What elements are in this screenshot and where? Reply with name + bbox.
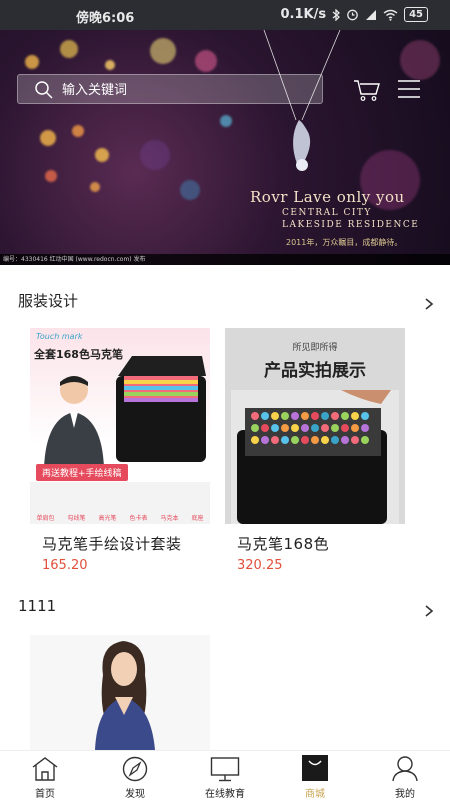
alarm-icon	[347, 9, 358, 21]
tab-discover[interactable]: 发现	[90, 751, 180, 800]
tab-me[interactable]: 我的	[360, 751, 450, 800]
promo-ribbon: 再送教程+手绘线稿	[36, 464, 128, 481]
tab-label: 在线教育	[205, 789, 245, 800]
search-bar[interactable]	[17, 74, 323, 104]
signal-icon	[366, 9, 377, 20]
necklace-image	[263, 30, 341, 171]
bokeh-light	[72, 125, 84, 137]
image-kicker: 所见即所得	[292, 343, 338, 353]
banner-subtitle: LAKESIDE RESIDENCE	[282, 220, 420, 230]
section-title: 服装设计	[18, 292, 79, 310]
battery-indicator: 45	[404, 7, 428, 22]
promo-banner[interactable]: Rovr Lave only you CENTRAL CITY LAKESIDE…	[0, 30, 450, 265]
bokeh-light	[25, 55, 39, 69]
cart-icon[interactable]	[353, 78, 381, 102]
accessory-label: 色卡表	[129, 515, 148, 522]
wifi-icon	[383, 9, 398, 21]
marker-case-photo	[231, 390, 399, 524]
chevron-right-icon[interactable]	[424, 298, 434, 310]
search-input[interactable]	[62, 79, 312, 101]
banner-tagline: 2011年，万众瞩目，成都静待。	[286, 238, 403, 247]
product-name: 马克笔168色	[237, 535, 330, 553]
tab-mall[interactable]: 商城	[270, 751, 360, 800]
banner-watermark: 编号：4330416 红动中国 (www.redocn.com) 发布	[0, 254, 450, 265]
banner-brand: Rovr Lave only you	[250, 188, 405, 206]
search-icon	[35, 81, 53, 99]
bluetooth-icon	[332, 8, 341, 21]
product-name: 马克笔手绘设计套装	[42, 535, 182, 553]
home-icon	[32, 757, 58, 781]
bokeh-light	[140, 140, 170, 170]
menu-icon[interactable]	[396, 78, 422, 100]
compass-icon	[122, 756, 148, 782]
bokeh-light	[400, 40, 440, 80]
product-card[interactable]: Touch mark 全套168色马克笔 再送教程+手绘线稿 单肩包 勾线笔 高…	[30, 328, 210, 578]
accessory-label: 高光笔	[98, 515, 117, 522]
bokeh-light	[45, 170, 57, 182]
tab-label: 我的	[395, 789, 415, 800]
person-illustration	[44, 376, 104, 468]
bokeh-light	[220, 115, 232, 127]
network-speed: 0.1K/s	[280, 7, 327, 22]
user-icon	[392, 756, 418, 782]
bokeh-light	[95, 148, 109, 162]
brand-logo: Touch mark	[36, 332, 83, 341]
marker-case-illustration	[116, 356, 206, 462]
product-card[interactable]: 所见即所得 产品实拍展示 马克笔168色 320.25	[225, 328, 405, 578]
bokeh-light	[150, 38, 176, 64]
bokeh-light	[90, 182, 100, 192]
product-price: 320.25	[237, 558, 283, 573]
chevron-right-icon[interactable]	[424, 605, 434, 617]
accessory-label: 马克本	[160, 515, 179, 522]
product-image	[30, 635, 210, 750]
section-title: 1111	[18, 597, 57, 615]
image-header: 全套168色马克笔	[34, 348, 123, 361]
shopping-bag-icon	[302, 755, 328, 781]
image-header: 产品实拍展示	[264, 361, 366, 381]
accessory-label: 底座	[191, 515, 204, 522]
product-price: 165.20	[42, 558, 88, 573]
bokeh-light	[60, 40, 78, 58]
status-time: 傍晚6:06	[76, 11, 135, 26]
monitor-icon	[210, 757, 240, 782]
tab-label: 首页	[35, 789, 55, 800]
tab-label: 发现	[125, 789, 145, 800]
banner-subtitle: CENTRAL CITY	[282, 208, 372, 218]
product-image: Touch mark 全套168色马克笔 再送教程+手绘线稿 单肩包 勾线笔 高…	[30, 328, 210, 524]
tab-home[interactable]: 首页	[0, 751, 90, 800]
accessory-label: 单肩包	[36, 515, 55, 522]
bokeh-light	[105, 60, 115, 70]
bottom-tab-bar: 首页 发现 在线教育 商城 我的	[0, 750, 450, 800]
product-card[interactable]	[30, 635, 210, 750]
tab-online-education[interactable]: 在线教育	[180, 751, 270, 800]
bokeh-light	[40, 130, 56, 146]
tab-label: 商城	[305, 789, 325, 800]
model-photo	[95, 641, 155, 750]
accessory-label: 勾线笔	[67, 515, 86, 522]
status-indicators: 0.1K/s 45	[280, 7, 428, 22]
product-image: 所见即所得 产品实拍展示	[225, 328, 405, 524]
status-bar: 傍晚6:06 0.1K/s 45	[0, 0, 450, 30]
bokeh-light	[195, 50, 217, 72]
bokeh-light	[180, 180, 200, 200]
